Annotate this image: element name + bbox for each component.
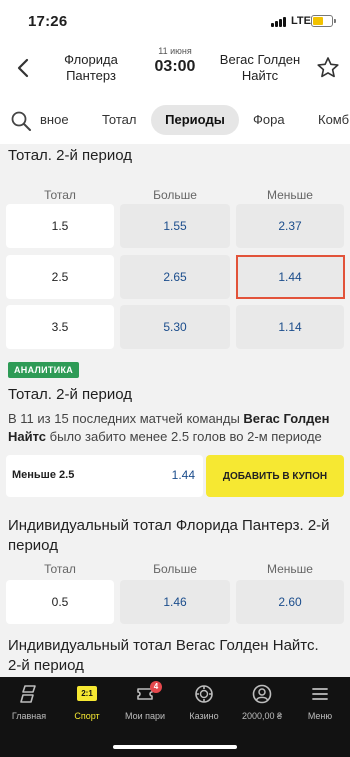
column-header-under: Меньше — [267, 562, 313, 576]
team-away: Вегас Голден Найтс — [219, 52, 301, 83]
total-line-cell: 0.5 — [6, 580, 114, 624]
market-title: Тотал. 2-й период — [8, 147, 132, 164]
analytics-title: Тотал. 2-й период — [8, 386, 132, 403]
nav-item-menu[interactable]: Меню — [291, 677, 349, 729]
match-time: 03:00 — [154, 58, 196, 75]
nav-label: Меню — [307, 711, 333, 721]
selection-highlight — [236, 255, 345, 299]
nav-label: Мои пари — [124, 711, 166, 721]
total-line-cell: 2.5 — [6, 255, 114, 299]
nav-item-home[interactable]: Главная — [0, 677, 58, 729]
odd-over-button[interactable]: 5.30 — [120, 305, 230, 349]
odd-under-button[interactable]: 2.37 — [236, 204, 344, 248]
market-tabs: вное Тотал Периоды Фора Комб — [0, 98, 350, 144]
chevron-left-icon[interactable] — [10, 54, 38, 82]
market-title: Индивидуальный тотал Вегас Голден Найтс.… — [8, 637, 319, 674]
status-bar: 17:26 LTE — [0, 0, 350, 42]
search-icon[interactable] — [10, 110, 32, 132]
nav-label: Главная — [11, 711, 47, 721]
user-icon — [252, 684, 272, 704]
coupon-odd: 1.44 — [171, 468, 195, 482]
battery-icon — [311, 15, 336, 27]
match-date: 11 июня — [158, 46, 192, 56]
total-line-cell: 1.5 — [6, 204, 114, 248]
tab-periods[interactable]: Периоды — [151, 112, 239, 127]
home-indicator — [113, 745, 237, 749]
nav-item-my-bets[interactable]: 4 Мои пари — [116, 677, 174, 729]
nav-label: Казино — [189, 711, 219, 721]
nav-item-sport[interactable]: 2:1 Спорт — [58, 677, 116, 729]
tab-combo[interactable]: Комб — [318, 112, 349, 127]
odd-over-button[interactable]: 1.46 — [120, 580, 230, 624]
sport-score-icon: 2:1 — [77, 686, 97, 701]
casino-chip-icon — [195, 685, 213, 703]
home-logo-icon — [20, 685, 36, 703]
column-header-over: Больше — [153, 562, 197, 576]
odd-over-button[interactable]: 2.65 — [120, 255, 230, 299]
analytics-badge: АНАЛИТИКА — [8, 362, 80, 378]
nav-label: 2000,00 ₴ — [241, 711, 283, 721]
match-header: Флорида Пантерз 11 июня 03:00 Вегас Голд… — [0, 42, 350, 98]
column-header-total: Тотал — [44, 562, 76, 576]
odd-under-button[interactable]: 1.14 — [236, 305, 344, 349]
column-header-under: Меньше — [267, 188, 313, 202]
nav-label: Спорт — [74, 711, 100, 721]
nav-item-casino[interactable]: Казино — [175, 677, 233, 729]
status-time: 17:26 — [28, 13, 68, 30]
star-icon[interactable] — [314, 54, 342, 82]
bets-count-badge: 4 — [150, 681, 162, 693]
analytics-text: В 11 из 15 последних матчей команды Вега… — [8, 411, 330, 444]
tab-total[interactable]: Тотал — [102, 112, 137, 127]
signal-icon — [271, 17, 287, 27]
odd-over-button[interactable]: 1.55 — [120, 204, 230, 248]
menu-icon — [312, 688, 328, 700]
add-to-coupon-button[interactable]: ДОБАВИТЬ В КУПОН — [206, 455, 344, 497]
odd-under-button[interactable]: 2.60 — [236, 580, 344, 624]
coupon-selection[interactable]: Меньше 2.5 1.44 — [6, 455, 203, 497]
column-header-over: Больше — [153, 188, 197, 202]
coupon-label: Меньше 2.5 — [12, 469, 75, 481]
nav-item-account[interactable]: 2000,00 ₴ — [233, 677, 291, 729]
total-line-cell: 3.5 — [6, 305, 114, 349]
network-label: LTE — [291, 15, 311, 27]
market-title: Индивидуальный тотал Флорида Пантерз. 2-… — [8, 517, 330, 554]
column-header-total: Тотал — [44, 188, 76, 202]
team-home: Флорида Пантерз — [64, 52, 118, 83]
tab-handicap[interactable]: Фора — [253, 112, 285, 127]
tab-main[interactable]: вное — [40, 112, 69, 127]
